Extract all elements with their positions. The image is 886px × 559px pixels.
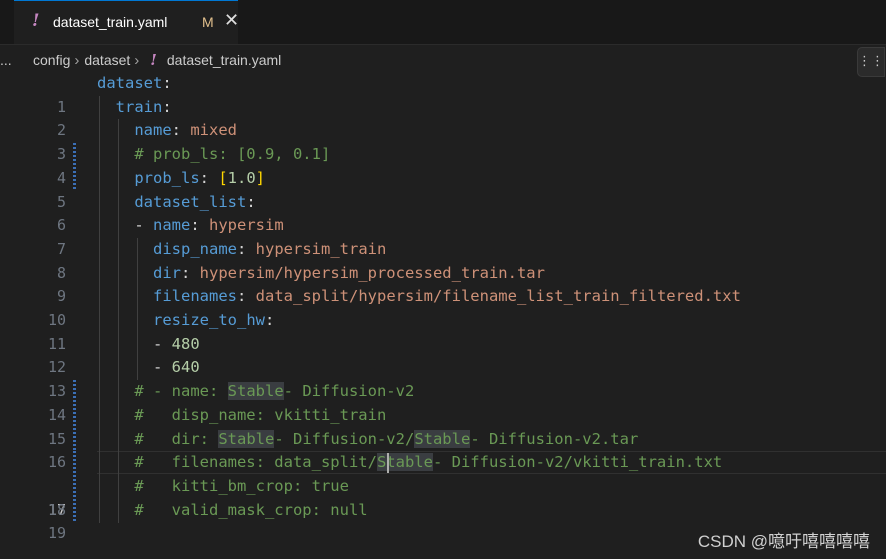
code-line-active: 17 # filenames: data_split/Stable- Diffu… [0,451,886,519]
line-number: 19 [47,524,66,543]
code-line: 11 resize_to_hw: [0,309,886,353]
code-text: resize_to_hw: [153,311,275,329]
yaml-exclamation-icon: ! [32,11,40,31]
code-line: 3 name: mixed [0,119,886,163]
tab-title: dataset_train.yaml [53,14,168,30]
code-text: # valid_mask_crop: null [134,500,368,519]
breadcrumb-item-config[interactable]: config [33,52,70,68]
code-text: # prob_ls: [0.9, 0.1] [134,145,331,164]
code-line: 10 filenames: data_split/hypersim/filena… [0,285,886,329]
code-text: # filenames: data_split/Stable- Diffusio… [134,453,723,472]
git-change-marker[interactable] [73,403,76,428]
tab-bar: ! dataset_train.yaml M ✕ [0,0,886,45]
git-change-marker[interactable] [73,498,76,523]
git-change-marker[interactable] [73,427,76,452]
yaml-exclamation-icon: ! [150,51,157,69]
code-text: - 480 [153,334,200,353]
code-line: 4 # prob_ls: [0.9, 0.1] [0,143,886,187]
code-line: 9 dir: hypersim/hypersim_processed_train… [0,261,886,305]
code-text: dataset: [97,74,172,92]
code-text: - 640 [153,358,200,377]
breadcrumb-item-dataset[interactable]: dataset [84,52,130,68]
code-line: 13 - 640 [0,356,886,400]
code-line: 1 dataset: [0,72,886,116]
code-line: 5 prob_ls: [1.0] [0,166,886,211]
vscode-window: ! dataset_train.yaml M ✕ ... config › da… [0,0,886,559]
breadcrumb-item-file[interactable]: dataset_train.yaml [167,52,281,68]
code-text: name: mixed [134,121,237,140]
code-text: # - name: Stable- Diffusion-v2 [134,382,415,401]
code-text: # kitti_bm_crop: true [134,476,349,495]
git-change-marker[interactable] [73,380,76,405]
code-line: 6 dataset_list: [0,190,886,234]
code-text: dataset_list: [134,192,256,211]
code-text: disp_name: hypersim_train [153,239,387,258]
overflow-dots[interactable]: ... [0,52,12,68]
code-line: 14 # - name: Stable- Diffusion-v2 [0,380,886,424]
git-change-marker[interactable] [73,166,76,191]
code-line: 18 # kitti_bm_crop: true [0,474,886,519]
code-line: 15 # disp_name: vkitti_train [0,403,886,448]
text-cursor [387,453,389,474]
git-change-marker[interactable] [73,143,76,168]
code-line: 2 train: [0,95,886,139]
code-text: # disp_name: vkitti_train [134,405,387,424]
code-text: filenames: data_split/hypersim/filename_… [153,287,741,306]
breadcrumb: config › dataset › ! dataset_train.yaml [33,49,281,71]
code-line: 12 - 480 [0,332,886,376]
chevron-right-icon: › [134,51,140,69]
code-text: # dir: Stable- Diffusion-v2/Stable- Diff… [134,429,639,448]
modified-badge: M [202,14,214,30]
code-line: 19 # valid_mask_crop: null [0,498,886,542]
watermark: CSDN @噫吁嘻嘻嘻嘻 [697,532,870,551]
code-line: 7 - name: hypersim [0,214,886,258]
git-change-marker[interactable] [73,451,76,476]
git-change-marker[interactable] [73,474,76,499]
code-line: 8 disp_name: hypersim_train [0,237,886,282]
code-text: prob_ls: [1.0] [134,168,266,187]
code-text: train: [115,97,172,116]
code-text: - name: hypersim [134,216,284,235]
chevron-right-icon: › [74,51,80,69]
code-line: 16 # dir: Stable- Diffusion-v2/Stable- D… [0,427,886,471]
tab-dataset-train-yaml[interactable]: ! dataset_train.yaml M ✕ [14,0,239,44]
code-editor[interactable]: 1 dataset: 2 train: 3 name: mixed 4 # pr… [0,72,886,542]
close-icon[interactable]: ✕ [224,10,239,31]
code-text: dir: hypersim/hypersim_processed_train.t… [153,263,545,282]
